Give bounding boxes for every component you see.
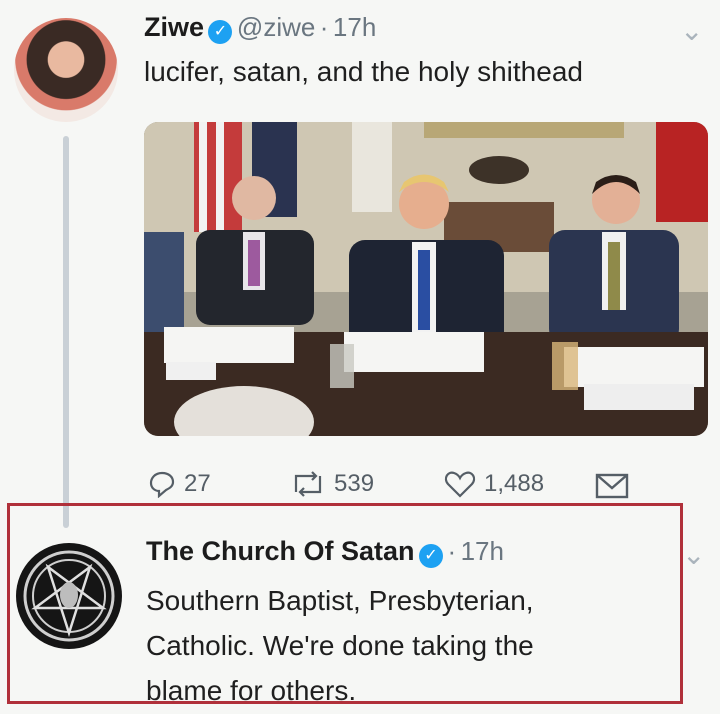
like-button[interactable]: 1,488 [444,470,544,498]
timestamp[interactable]: 17h [461,536,504,566]
avatar-church-of-satan[interactable] [16,543,122,649]
author-name[interactable]: The Church Of Satan [146,536,415,566]
like-count: 1,488 [484,470,545,497]
author-handle[interactable]: @ziwe [237,12,315,42]
tweet-photo[interactable] [144,122,708,436]
photo-illustration [144,122,708,436]
thread-connector [63,136,69,528]
chevron-down-icon[interactable]: ⌄ [680,14,703,47]
tweet2-header: The Church Of Satan ✓ · 17h [146,536,504,568]
tweet-text: lucifer, satan, and the holy shithead [144,56,583,87]
timestamp[interactable]: 17h [333,12,376,42]
reply-button[interactable]: 27 [148,470,211,498]
like-icon [444,471,476,498]
retweet-button[interactable]: 539 [290,470,374,498]
tweet-text-line: Catholic. We're done taking the [146,630,534,661]
retweet-icon [294,471,322,497]
tweet1-header: Ziwe ✓ @ziwe · 17h [144,12,376,44]
separator-dot: · [447,536,457,566]
reply-icon [149,471,175,498]
tweet-text-line: Southern Baptist, Presbyterian, [146,585,534,616]
tweet-text-line: blame for others. [146,675,357,706]
separator-dot: · [319,12,329,42]
pentagram-icon [23,550,115,642]
dm-button[interactable] [594,472,630,505]
dm-icon [595,473,629,499]
avatar-ziwe[interactable] [14,18,118,122]
retweet-count: 539 [334,470,375,497]
tweet-text: Southern Baptist, Presbyterian, Catholic… [146,578,534,713]
chevron-down-icon[interactable]: ⌄ [682,538,705,571]
reply-count: 27 [184,470,211,497]
author-name[interactable]: Ziwe [144,12,204,42]
verified-icon: ✓ [208,19,233,44]
verified-icon: ✓ [418,543,443,568]
